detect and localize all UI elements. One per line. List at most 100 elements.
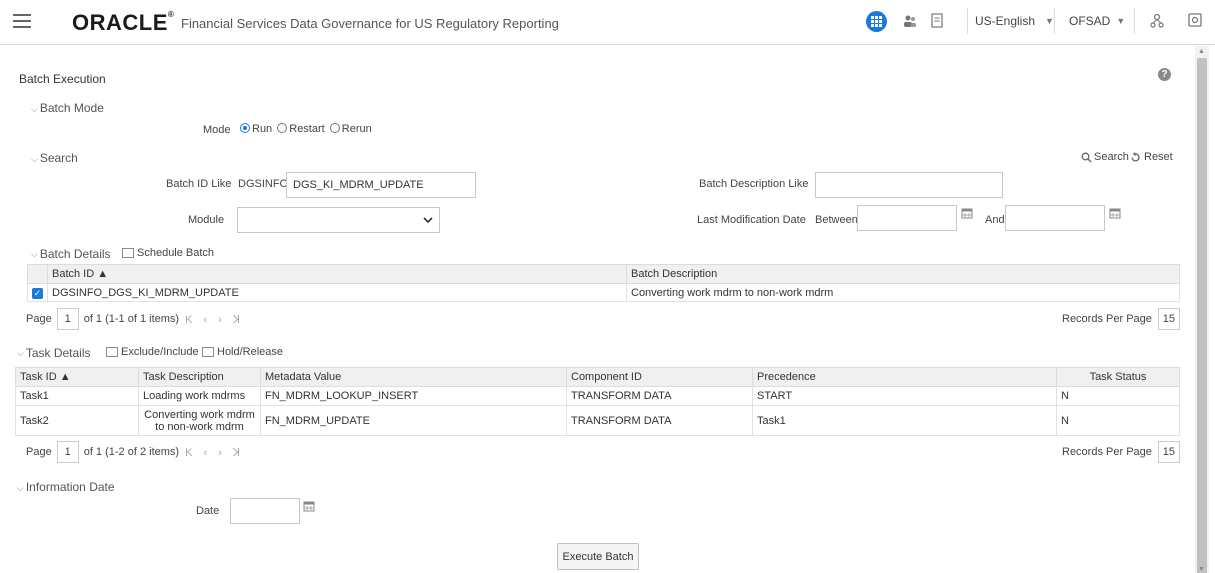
scroll-down-icon[interactable]: ▼: [1198, 566, 1205, 573]
help-icon[interactable]: ?: [1158, 68, 1171, 81]
exclude-include-button[interactable]: Exclude/Include: [106, 346, 199, 358]
page-number-input[interactable]: 1: [56, 308, 79, 330]
users-icon[interactable]: [903, 13, 917, 29]
column-header-batch-id[interactable]: Batch ID ▲: [47, 264, 627, 284]
settings-panel-icon[interactable]: [1188, 13, 1202, 29]
information-date-section[interactable]: ⌵ Information Date: [17, 480, 115, 494]
calendar-icon[interactable]: [961, 207, 973, 222]
batch-id-label: Batch ID Like: [166, 178, 232, 190]
user-menu[interactable]: OFSAD ▼: [1063, 8, 1135, 34]
batch-id-cell: DGSINFO_DGS_KI_MDRM_UPDATE: [47, 283, 627, 302]
pager-nav-icons[interactable]: K ‹ › ꓘ: [185, 313, 244, 326]
module-select[interactable]: [237, 207, 440, 233]
chevron-down-icon: ⌵: [17, 347, 24, 358]
column-header-component-id[interactable]: Component ID: [566, 367, 753, 387]
task-description-cell: Converting work mdrm to non-work mdrm: [138, 405, 261, 436]
date-label: Date: [196, 505, 220, 517]
chevron-down-icon: ⌵: [31, 248, 38, 259]
app-title: Financial Services Data Governance for U…: [181, 16, 559, 31]
table-header-row: Batch ID ▲ Batch Description: [27, 264, 1180, 284]
chevron-down-icon: ⌵: [31, 154, 38, 164]
search-section[interactable]: ⌵ Search: [31, 151, 78, 165]
table-row[interactable]: Task1 Loading work mdrms FN_MDRM_LOOKUP_…: [15, 386, 1180, 406]
mode-radio-restart[interactable]: Restart: [277, 123, 325, 135]
mode-radio-group: Run Restart Rerun: [240, 123, 372, 135]
oracle-logo: ORACLE®: [72, 10, 175, 35]
column-header-batch-description[interactable]: Batch Description: [626, 264, 1180, 284]
batch-mode-section[interactable]: ⌵ Batch Mode: [31, 101, 104, 115]
module-label: Module: [188, 214, 225, 226]
language-select[interactable]: US-English ▼: [967, 8, 1055, 34]
calendar-icon[interactable]: [303, 500, 315, 515]
scroll-up-icon[interactable]: ▲: [1198, 48, 1205, 55]
hold-icon: [202, 347, 214, 357]
page-number-input[interactable]: 1: [56, 441, 79, 463]
reset-button[interactable]: Reset: [1130, 151, 1173, 163]
mode-radio-rerun[interactable]: Rerun: [329, 123, 372, 135]
pager-nav-icons[interactable]: K ‹ › ꓘ: [185, 446, 244, 459]
last-modification-label: Last Modification Date: [697, 214, 806, 226]
task-table: Task ID ▲ Task Description Metadata Valu…: [15, 367, 1180, 436]
batch-description-label: Batch Description Like: [699, 178, 809, 190]
batch-pager: Page 1 of 1 (1-1 of 1 items) K ‹ › ꓘ: [26, 308, 244, 330]
metadata-value-cell: FN_MDRM_LOOKUP_INSERT: [260, 386, 567, 406]
column-header-metadata-value[interactable]: Metadata Value: [260, 367, 567, 387]
column-header-precedence[interactable]: Precedence: [752, 367, 1057, 387]
document-icon[interactable]: [931, 13, 945, 29]
table-row[interactable]: ✓ DGSINFO_DGS_KI_MDRM_UPDATE Converting …: [27, 283, 1180, 302]
app-header: ORACLE® Financial Services Data Governan…: [0, 0, 1215, 45]
calendar-icon[interactable]: [1109, 207, 1121, 222]
row-checkbox[interactable]: ✓: [27, 283, 48, 302]
precedence-cell: START: [752, 386, 1057, 406]
batch-details-section[interactable]: ⌵ Batch Details: [31, 247, 111, 261]
information-date-input[interactable]: [230, 498, 300, 524]
search-button[interactable]: Search: [1081, 151, 1129, 163]
task-pager: Page 1 of 1 (1-2 of 2 items) K ‹ › ꓘ: [26, 441, 244, 463]
execute-batch-button[interactable]: Execute Batch: [557, 543, 639, 570]
schedule-icon: [122, 248, 134, 258]
mode-label: Mode: [203, 124, 231, 136]
chevron-down-icon: [423, 216, 433, 223]
scroll-thumb[interactable]: [1197, 58, 1207, 573]
mode-radio-run[interactable]: Run: [240, 123, 272, 135]
task-status-cell: N: [1056, 386, 1180, 406]
chevron-down-icon: ⌵: [17, 483, 24, 493]
batch-table: Batch ID ▲ Batch Description ✓ DGSINFO_D…: [27, 264, 1180, 302]
search-icon: [1081, 152, 1092, 162]
records-per-page-input[interactable]: 15: [1157, 308, 1180, 330]
chevron-down-icon: ⌵: [31, 104, 38, 114]
column-header-task-description[interactable]: Task Description: [138, 367, 261, 387]
page-scrollbar[interactable]: ▲ ▼: [1195, 46, 1209, 573]
column-header-task-id[interactable]: Task ID ▲: [15, 367, 139, 387]
column-header-task-status[interactable]: Task Status: [1056, 367, 1180, 387]
task-records-per-page: Records Per Page 15: [1062, 441, 1180, 463]
batch-description-input[interactable]: [815, 172, 1003, 198]
hold-release-button[interactable]: Hold/Release: [202, 346, 283, 358]
task-description-cell: Loading work mdrms: [138, 386, 261, 406]
exclude-icon: [106, 347, 118, 357]
page-title: Batch Execution: [19, 72, 106, 86]
hierarchy-icon[interactable]: [1150, 13, 1164, 29]
table-row[interactable]: Task2 Converting work mdrm to non-work m…: [15, 405, 1180, 436]
chevron-down-icon: ▼: [1116, 16, 1126, 26]
batch-id-input[interactable]: DGS_KI_MDRM_UPDATE: [286, 172, 476, 198]
between-label: Between: [815, 214, 858, 226]
date-to-input[interactable]: [1005, 205, 1105, 231]
table-header-row: Task ID ▲ Task Description Metadata Valu…: [15, 367, 1180, 387]
task-id-cell: Task2: [15, 405, 139, 436]
checkmark-icon: ✓: [32, 287, 43, 299]
component-id-cell: TRANSFORM DATA: [566, 386, 753, 406]
hamburger-menu-icon[interactable]: [13, 14, 31, 28]
reset-icon: [1131, 151, 1140, 161]
schedule-batch-button[interactable]: Schedule Batch: [122, 247, 214, 259]
apps-grid-icon[interactable]: [866, 11, 887, 32]
and-label: And: [985, 214, 1005, 226]
task-details-section[interactable]: ⌵ Task Details: [17, 346, 91, 360]
task-status-cell: N: [1056, 405, 1180, 436]
precedence-cell: Task1: [752, 405, 1057, 436]
metadata-value-cell: FN_MDRM_UPDATE: [260, 405, 567, 436]
date-from-input[interactable]: [857, 205, 957, 231]
records-per-page-input[interactable]: 15: [1157, 441, 1180, 463]
select-column-header: [27, 264, 48, 284]
batch-description-cell: Converting work mdrm to non-work mdrm: [626, 283, 1180, 302]
